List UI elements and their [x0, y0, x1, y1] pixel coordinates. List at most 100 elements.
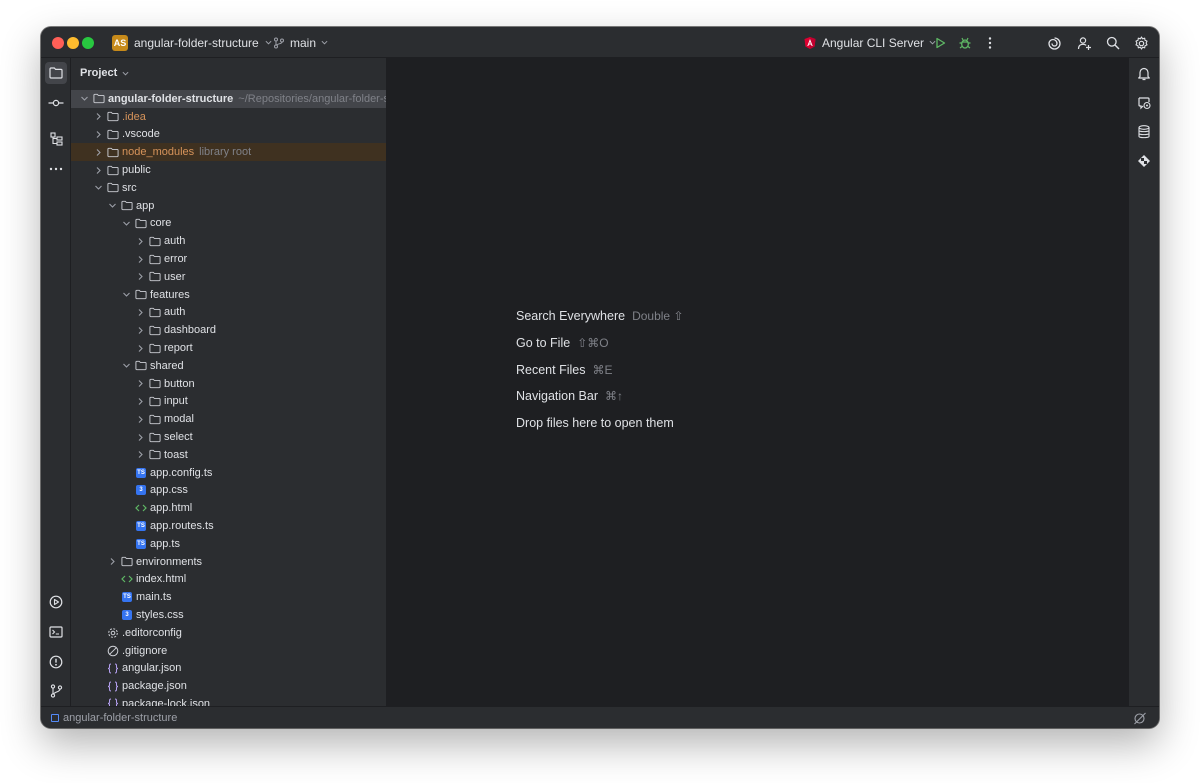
bug-icon	[959, 37, 971, 49]
tree-file-row[interactable]: index.html	[71, 571, 386, 589]
chevron-right-icon[interactable]	[135, 414, 146, 425]
git-branch-icon	[50, 684, 62, 698]
tree-file-row[interactable]: .gitignore	[71, 642, 386, 660]
more-actions-button[interactable]	[981, 34, 999, 52]
project-view-selector[interactable]: Project	[80, 64, 129, 82]
debug-button[interactable]	[956, 34, 974, 52]
editor-area[interactable]: Search Everywhere Double ⇧ Go to File ⇧⌘O Re…	[387, 58, 1128, 706]
tree-folder-row[interactable]: public	[71, 161, 386, 179]
chevron-right-icon[interactable]	[93, 111, 104, 122]
structure-tool-button[interactable]	[45, 128, 67, 150]
folder-icon	[149, 235, 161, 247]
ai-chat-tool-button[interactable]	[1133, 92, 1155, 114]
tree-folder-row[interactable]: features	[71, 286, 386, 304]
tree-folder-row[interactable]: dashboard	[71, 321, 386, 339]
chevron-down-icon[interactable]	[93, 182, 104, 193]
tree-file-row[interactable]: TS app.config.ts	[71, 464, 386, 482]
tree-item-label: src	[122, 181, 137, 194]
project-tool-button[interactable]	[45, 62, 67, 84]
status-breadcrumb[interactable]: angular-folder-structure	[51, 712, 177, 724]
ai-assistant-button[interactable]	[1045, 34, 1063, 52]
code-with-me-button[interactable]	[1075, 34, 1093, 52]
tree-folder-row[interactable]: select	[71, 428, 386, 446]
run-button[interactable]	[931, 34, 949, 52]
chevron-down-icon[interactable]	[121, 360, 132, 371]
tree-folder-row[interactable]: button	[71, 375, 386, 393]
tree-file-row[interactable]: 3 app.css	[71, 482, 386, 500]
commit-tool-button[interactable]	[45, 92, 67, 114]
more-tool-windows-button[interactable]	[45, 158, 67, 180]
tree-folder-row[interactable]: node_modules library root	[71, 143, 386, 162]
plugin-tool-button[interactable]	[1133, 150, 1155, 172]
tree-item-label: .editorconfig	[122, 626, 182, 639]
chevron-right-icon[interactable]	[135, 271, 146, 282]
tree-folder-row[interactable]: toast	[71, 446, 386, 464]
typescript-file-icon: TS	[122, 592, 132, 603]
close-window-button[interactable]	[52, 37, 64, 49]
minimize-window-button[interactable]	[67, 37, 79, 49]
chevron-right-icon[interactable]	[135, 254, 146, 265]
tree-folder-row[interactable]: angular-folder-structure ~/Repositories/a…	[71, 90, 386, 108]
chevron-right-icon[interactable]	[135, 449, 146, 460]
chevron-right-icon[interactable]	[135, 307, 146, 318]
project-switcher[interactable]: AS angular-folder-structure	[108, 31, 276, 54]
tree-folder-row[interactable]: user	[71, 268, 386, 286]
chevron-right-icon[interactable]	[135, 343, 146, 354]
tree-file-row[interactable]: package.json	[71, 677, 386, 695]
chevron-right-icon[interactable]	[135, 432, 146, 443]
chevron-right-icon[interactable]	[135, 378, 146, 389]
tree-folder-row[interactable]: .idea	[71, 108, 386, 126]
tree-folder-row[interactable]: .vscode	[71, 126, 386, 144]
tree-folder-row[interactable]: auth	[71, 232, 386, 250]
tree-folder-row[interactable]: app	[71, 197, 386, 215]
chevron-right-icon[interactable]	[135, 325, 146, 336]
tree-folder-row[interactable]: modal	[71, 410, 386, 428]
tree-file-row[interactable]: package-lock.json	[71, 695, 386, 706]
chevron-down-icon[interactable]	[121, 218, 132, 229]
tree-file-row[interactable]: TS app.routes.ts	[71, 517, 386, 535]
chevron-right-icon[interactable]	[93, 147, 104, 158]
chevron-right-icon[interactable]	[135, 396, 146, 407]
chevron-right-icon[interactable]	[107, 556, 118, 567]
tree-folder-row[interactable]: input	[71, 393, 386, 411]
services-tool-button[interactable]	[45, 591, 67, 613]
project-tool-window: Project angular-folder-structure ~/Reposi…	[71, 58, 387, 706]
status-bar: angular-folder-structure	[41, 706, 1159, 728]
tree-folder-row[interactable]: src	[71, 179, 386, 197]
tree-file-row[interactable]: TS app.ts	[71, 535, 386, 553]
git-tool-button[interactable]	[45, 680, 67, 702]
tree-folder-row[interactable]: core	[71, 215, 386, 233]
editor-hint-row: Drop files here to open them	[516, 410, 684, 437]
tree-folder-row[interactable]: environments	[71, 553, 386, 571]
tree-folder-row[interactable]: auth	[71, 304, 386, 322]
chevron-right-icon[interactable]	[135, 236, 146, 247]
tree-file-row[interactable]: .editorconfig	[71, 624, 386, 642]
tree-file-row[interactable]: TS main.ts	[71, 588, 386, 606]
tree-folder-row[interactable]: error	[71, 250, 386, 268]
chevron-down-icon[interactable]	[79, 93, 90, 104]
database-tool-button[interactable]	[1133, 121, 1155, 143]
terminal-tool-button[interactable]	[45, 621, 67, 643]
tree-file-row[interactable]: angular.json	[71, 660, 386, 678]
css-file-icon: 3	[121, 609, 133, 621]
inspection-widget[interactable]	[1133, 711, 1147, 725]
chevron-down-icon[interactable]	[121, 289, 132, 300]
tree-folder-row[interactable]: report	[71, 339, 386, 357]
search-everywhere-button[interactable]	[1104, 34, 1122, 52]
run-configuration-selector[interactable]: Angular CLI Server	[803, 31, 936, 54]
tree-folder-row[interactable]: shared	[71, 357, 386, 375]
folder-icon	[149, 324, 161, 336]
chevron-down-icon[interactable]	[107, 200, 118, 211]
problems-tool-button[interactable]	[45, 651, 67, 673]
tree-file-row[interactable]: 3 styles.css	[71, 606, 386, 624]
tree-file-row[interactable]: app.html	[71, 499, 386, 517]
branch-switcher[interactable]: main	[269, 31, 332, 54]
chevron-right-icon[interactable]	[93, 129, 104, 140]
settings-button[interactable]	[1132, 34, 1150, 52]
zoom-window-button[interactable]	[82, 37, 94, 49]
notifications-tool-button[interactable]	[1133, 62, 1155, 84]
chevron-right-icon[interactable]	[93, 165, 104, 176]
editor-hint-row: Go to File ⇧⌘O	[516, 330, 684, 357]
